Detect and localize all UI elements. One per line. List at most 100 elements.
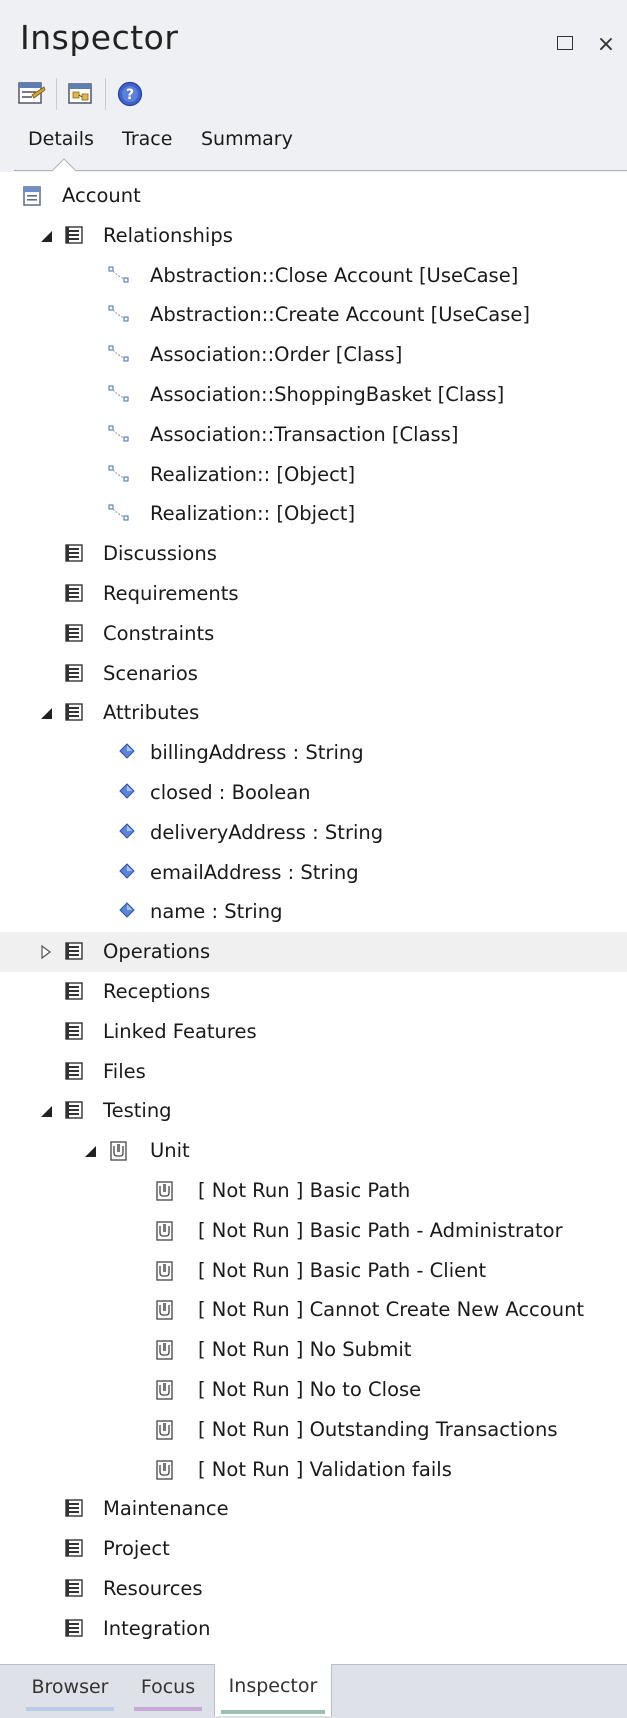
bottom-tab-label: Inspector (228, 1675, 318, 1697)
attribute-icon (116, 862, 138, 884)
bottom-tab-inspector[interactable]: Inspector (214, 1664, 332, 1716)
tree-item-test[interactable]: [ Not Run ] No to Close (0, 1370, 627, 1410)
tab-details[interactable]: Details (28, 128, 94, 150)
tree-item-label: [ Not Run ] No to Close (198, 1378, 422, 1401)
test-icon (154, 1220, 176, 1242)
tree-item-label: [ Not Run ] Basic Path (198, 1179, 411, 1202)
collapse-arrow-icon[interactable] (38, 228, 54, 244)
tab-trace[interactable]: Trace (122, 128, 172, 150)
tree-item-relationship[interactable]: Realization:: [Object] (0, 455, 627, 495)
tree-item-label: billingAddress : String (150, 741, 364, 765)
relationship-icon (108, 503, 130, 525)
tree-item-test[interactable]: [ Not Run ] No Submit (0, 1330, 627, 1370)
tree-item-test[interactable]: [ Not Run ] Basic Path (0, 1171, 627, 1211)
tree-node-linked-features[interactable]: Linked Features (0, 1012, 627, 1052)
tree-item-label: closed : Boolean (150, 781, 311, 804)
tree-item-label: Abstraction::Create Account [UseCase] (150, 303, 530, 327)
collapse-arrow-icon[interactable] (82, 1143, 98, 1159)
tree-node-resources[interactable]: Resources (0, 1569, 627, 1609)
section-icon (64, 1100, 86, 1122)
tree-item-label: Relationships (103, 223, 233, 247)
tree-item-test[interactable]: [ Not Run ] Cannot Create New Account (0, 1290, 627, 1330)
tree-item-test[interactable]: [ Not Run ] Validation fails (0, 1450, 627, 1490)
section-icon (64, 543, 86, 565)
tree-node-project[interactable]: Project (0, 1529, 627, 1569)
tree-node-attributes[interactable]: Attributes (0, 693, 627, 733)
test-icon (154, 1260, 176, 1282)
close-button[interactable]: × (591, 30, 621, 60)
tree-node-relationships[interactable]: Relationships (0, 216, 627, 256)
relationship-icon (108, 265, 130, 287)
bottom-tab-browser[interactable]: Browser (20, 1665, 120, 1713)
attribute-icon (116, 901, 138, 923)
tree-item-label: Resources (103, 1577, 203, 1600)
section-icon (64, 225, 86, 247)
test-icon (154, 1180, 176, 1202)
tree-item-relationship[interactable]: Association::ShoppingBasket [Class] (0, 375, 627, 415)
tree-item-label: Receptions (103, 980, 211, 1003)
tree-item-label: Scenarios (103, 661, 198, 685)
relationship-icon (108, 384, 130, 406)
tree-item-relationship[interactable]: Realization:: [Object] (0, 494, 627, 534)
collapse-arrow-icon[interactable] (38, 705, 54, 721)
test-icon (154, 1419, 176, 1441)
tree-node-integration[interactable]: Integration (0, 1609, 627, 1649)
tree-item-attribute[interactable]: billingAddress : String (0, 733, 627, 773)
tree-node-unit[interactable]: Unit (0, 1131, 627, 1171)
tree-item-test[interactable]: [ Not Run ] Outstanding Transactions (0, 1410, 627, 1450)
tree-item-label: Constraints (103, 621, 215, 645)
tree-item-relationship[interactable]: Association::Transaction [Class] (0, 415, 627, 455)
tree-item-label: Abstraction::Close Account [UseCase] (150, 263, 519, 287)
tree-node-maintenance[interactable]: Maintenance (0, 1489, 627, 1529)
tree-item-label: Association::ShoppingBasket [Class] (150, 383, 505, 406)
tree-item-test[interactable]: [ Not Run ] Basic Path - Client (0, 1251, 627, 1291)
tree-item-relationship[interactable]: Abstraction::Create Account [UseCase] (0, 295, 627, 335)
tree-item-relationship[interactable]: Association::Order [Class] (0, 335, 627, 375)
tree-item-label: Operations (103, 940, 211, 964)
tab-color-bar (134, 1707, 202, 1711)
view-tabs: Details Trace Summary (0, 124, 627, 172)
element-properties-button[interactable] (14, 76, 50, 112)
bottom-tab-bar: Browser Focus Inspector (0, 1664, 627, 1718)
tree-node-constraints[interactable]: Constraints (0, 614, 627, 654)
tree-item-attribute[interactable]: name : String (0, 892, 627, 932)
tree-item-test[interactable]: [ Not Run ] Basic Path - Administrator (0, 1211, 627, 1251)
tree-item-label: Maintenance (103, 1497, 229, 1521)
tree-node-files[interactable]: Files (0, 1052, 627, 1092)
active-tab-indicator (52, 158, 76, 172)
tree-item-attribute[interactable]: emailAddress : String (0, 853, 627, 893)
tree-item-label: [ Not Run ] Cannot Create New Account (198, 1298, 585, 1322)
bottom-tab-focus[interactable]: Focus (128, 1665, 208, 1713)
restore-button[interactable] (550, 30, 580, 60)
section-icon (64, 623, 86, 645)
svg-text:?: ? (126, 87, 134, 103)
tree-node-operations[interactable]: Operations (0, 932, 627, 973)
tree-node-scenarios[interactable]: Scenarios (0, 654, 627, 694)
diagram-properties-button[interactable] (63, 76, 99, 112)
relationship-icon (108, 344, 130, 366)
tree-node-requirements[interactable]: Requirements (0, 574, 627, 614)
panel-title: Inspector (20, 18, 179, 57)
tree-item-label: [ Not Run ] Basic Path - Client (198, 1258, 487, 1282)
expand-arrow-icon[interactable] (38, 944, 54, 960)
test-icon (154, 1299, 176, 1321)
tree-item-attribute[interactable]: deliveryAddress : String (0, 813, 627, 853)
tree-node-testing[interactable]: Testing (0, 1091, 627, 1131)
tree-root-account[interactable]: Account (0, 176, 627, 216)
element-properties-icon (18, 82, 46, 104)
section-icon (64, 981, 86, 1003)
help-button[interactable]: ? (112, 76, 148, 112)
help-icon: ? (117, 81, 143, 107)
details-tree: AccountRelationshipsAbstraction::Close A… (0, 176, 627, 1664)
tree-item-relationship[interactable]: Abstraction::Close Account [UseCase] (0, 256, 627, 296)
relationship-icon (108, 424, 130, 446)
tree-item-label: Linked Features (103, 1019, 257, 1043)
collapse-arrow-icon[interactable] (38, 1103, 54, 1119)
inspector-panel: Inspector × ? Details Trace Summary Acco… (0, 0, 627, 1718)
tree-node-receptions[interactable]: Receptions (0, 972, 627, 1012)
tab-summary[interactable]: Summary (201, 128, 293, 150)
class-icon (22, 185, 44, 207)
tree-node-discussions[interactable]: Discussions (0, 534, 627, 574)
tree-item-attribute[interactable]: closed : Boolean (0, 773, 627, 813)
tree-item-label: [ Not Run ] No Submit (198, 1338, 412, 1362)
